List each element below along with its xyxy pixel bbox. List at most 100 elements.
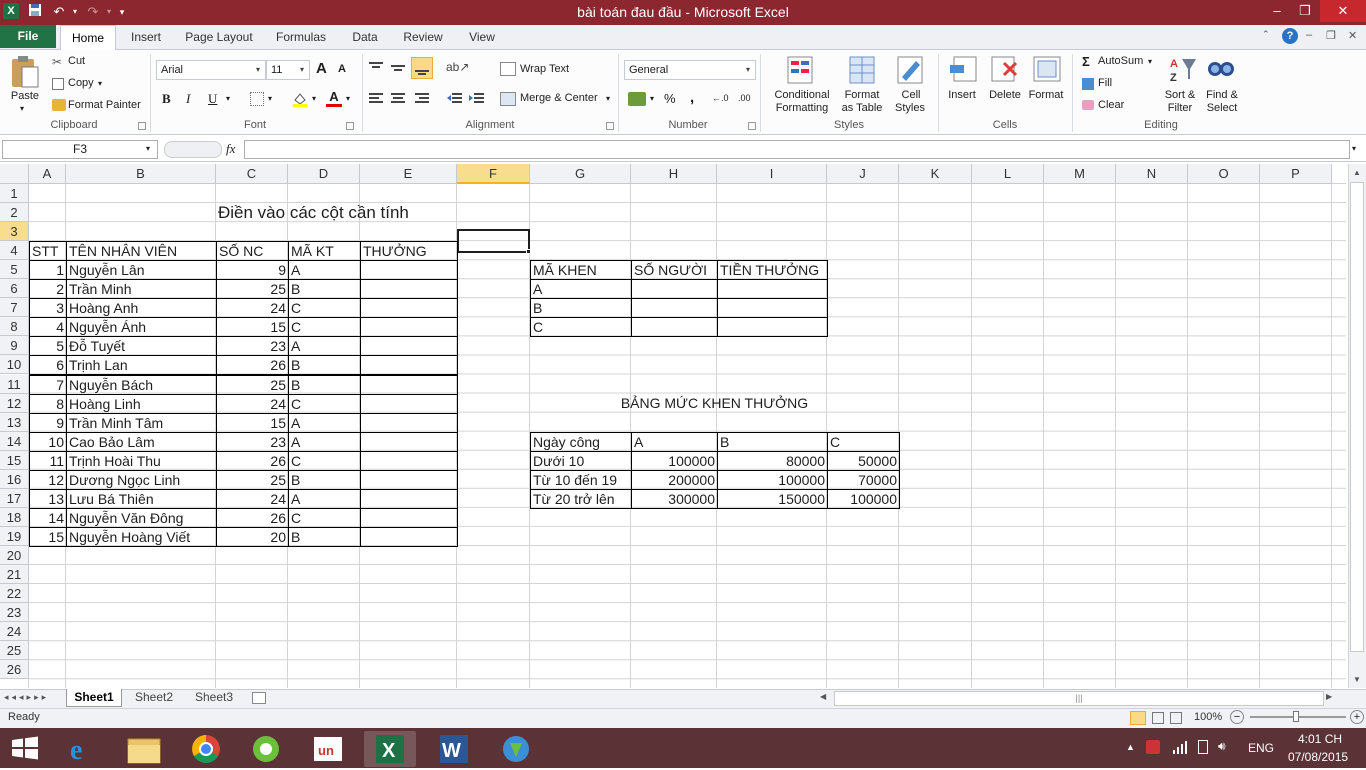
align-bottom-icon[interactable] [411,57,433,79]
summary-header-cell[interactable]: TIỀN THƯỞNG [717,260,828,281]
sort-filter-icon[interactable]: AZ [1168,55,1198,85]
employee-name-cell[interactable]: Lưu Bá Thiên [66,488,217,509]
align-left-icon[interactable] [368,91,384,105]
grow-font-icon[interactable]: A [316,60,327,77]
bonus-value-cell[interactable]: 300000 [631,488,718,509]
hscroll-right-icon[interactable]: ▶ [1326,692,1338,704]
employee-name-cell[interactable]: Nguyễn Lân [66,260,217,281]
undo-dropdown-icon[interactable]: ▾ [70,3,80,21]
bonus-amount-cell[interactable] [360,431,458,452]
merge-center-button[interactable]: Merge & Center [520,92,598,104]
hscroll-left-icon[interactable]: ◀ [820,692,832,704]
bonus-header-cell[interactable]: C [827,431,900,452]
bonus-amount-cell[interactable] [360,317,458,338]
insert-function-button[interactable]: fx [226,141,235,157]
fill-icon[interactable] [1082,78,1094,90]
bonus-value-cell[interactable]: 80000 [717,450,828,471]
employee-name-cell[interactable]: Trịnh Lan [66,355,217,376]
formula-input[interactable] [244,140,1350,159]
paste-icon[interactable] [8,55,42,91]
summary-total-cell[interactable] [717,279,828,300]
chrome-icon[interactable] [180,731,232,767]
insert-sheet-icon[interactable] [252,692,266,704]
idm-icon[interactable] [490,731,542,767]
bonus-amount-cell[interactable] [360,526,458,547]
bonus-header-cell[interactable]: Ngày công [530,431,632,452]
work-days-cell[interactable]: 9 [216,260,289,281]
tab-sheet1[interactable]: Sheet1 [66,689,122,707]
work-days-cell[interactable]: 23 [216,431,289,452]
column-header-f[interactable]: F [457,164,530,184]
page-break-view-icon[interactable] [1170,712,1182,724]
name-box[interactable]: F3 [2,140,158,159]
fill-button[interactable]: Fill [1098,77,1112,89]
column-header-e[interactable]: E [360,164,457,184]
font-name-dropdown-icon[interactable]: ▾ [256,65,260,74]
copy-button[interactable]: Copy [68,77,94,89]
bonus-code-cell[interactable]: B [288,469,361,490]
employee-name-cell[interactable]: Nguyễn Hoàng Viết [66,526,217,547]
bonus-amount-cell[interactable] [360,260,458,281]
conditional-formatting-icon[interactable] [786,55,814,85]
font-launcher-icon[interactable] [346,122,354,130]
coccoc-icon[interactable] [240,731,292,767]
restore-button[interactable]: ❐ [1292,0,1318,22]
zoom-slider-thumb[interactable] [1293,711,1299,722]
redo-icon[interactable]: ↷ [84,3,102,21]
bonus-code-cell[interactable]: B [288,279,361,300]
workbook-close-icon[interactable]: ✕ [1348,29,1360,42]
column-header-i[interactable]: I [717,164,827,184]
work-days-cell[interactable]: 26 [216,507,289,528]
work-days-cell[interactable]: 26 [216,355,289,376]
delete-cells-icon[interactable] [990,55,1020,83]
summary-count-cell[interactable] [631,279,718,300]
employee-name-cell[interactable]: Trịnh Hoài Thu [66,450,217,471]
stt-cell[interactable]: 7 [29,374,67,395]
work-days-cell[interactable]: 24 [216,298,289,319]
italic-button[interactable]: I [186,91,190,107]
work-days-cell[interactable]: 25 [216,279,289,300]
summary-total-cell[interactable] [717,298,828,319]
summary-count-cell[interactable] [631,317,718,338]
row-header-6[interactable]: 6 [0,279,29,299]
orientation-icon[interactable]: ab↗ [446,60,469,76]
word-taskbar-icon[interactable]: W [428,731,480,767]
insert-button[interactable]: Insert [944,89,980,101]
row-header-22[interactable]: 22 [0,584,29,604]
conditional-formatting-button[interactable]: Conditional [770,89,834,101]
find-select-icon[interactable] [1206,55,1236,85]
bonus-amount-cell[interactable] [360,279,458,300]
bonus-code-cell[interactable]: C [288,393,361,414]
decrease-indent-icon[interactable] [446,91,462,105]
tab-sheet3[interactable]: Sheet3 [186,689,242,707]
bonus-code-cell[interactable]: C [288,507,361,528]
fill-handle[interactable] [526,249,531,254]
bonus-header-cell[interactable]: A [631,431,718,452]
column-header-c[interactable]: C [216,164,288,184]
clipboard-launcher-icon[interactable] [138,122,146,130]
stt-cell[interactable]: 2 [29,279,67,300]
stt-cell[interactable]: 12 [29,469,67,490]
selected-cell-f3[interactable] [457,229,530,253]
format-button[interactable]: Format [1026,89,1066,101]
format-cells-icon[interactable] [1032,55,1062,83]
stt-cell[interactable]: 13 [29,488,67,509]
find-select-button[interactable]: Find & [1202,89,1242,101]
zoom-out-icon[interactable]: − [1230,710,1244,724]
tab-data[interactable]: Data [342,25,388,49]
column-header-o[interactable]: O [1188,164,1260,184]
summary-header-cell[interactable]: MÃ KHEN [530,260,632,281]
format-painter-button[interactable]: Format Painter [68,99,141,111]
bonus-amount-cell[interactable] [360,355,458,376]
work-days-cell[interactable]: 24 [216,488,289,509]
stt-cell[interactable]: 6 [29,355,67,376]
employee-name-cell[interactable]: Nguyễn Văn Đông [66,507,217,528]
scroll-down-icon[interactable]: ▼ [1350,675,1364,687]
bonus-code-cell[interactable]: C [288,450,361,471]
minimize-button[interactable]: – [1262,0,1292,22]
work-days-cell[interactable]: 15 [216,317,289,338]
table-header-cell[interactable]: THƯỞNG [360,241,458,262]
customize-qat-icon[interactable]: ▾ [116,3,128,21]
number-format-dropdown-icon[interactable]: ▾ [746,65,750,74]
row-header-23[interactable]: 23 [0,603,29,623]
